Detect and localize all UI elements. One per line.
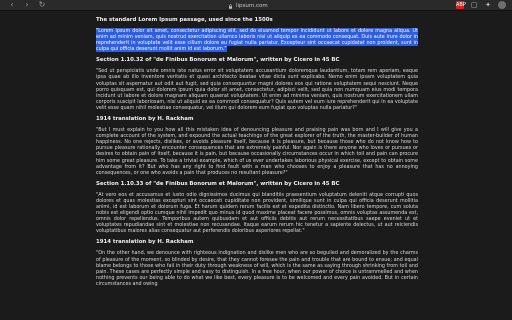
- profile-avatar[interactable]: [498, 1, 506, 9]
- extension-icon-2[interactable]: ▢: [470, 1, 478, 9]
- section-heading: 1914 translation by H. Rackham: [96, 239, 194, 246]
- nav-buttons: ‹ › ↻: [0, 1, 150, 9]
- section-paragraph: "Sed ut perspiciatis unde omnis iste nat…: [96, 68, 418, 111]
- section-heading: Section 1.10.32 of "de Finibus Bonorum e…: [96, 57, 340, 64]
- section-heading: Section 1.10.33 of "de Finibus Bonorum e…: [96, 180, 340, 187]
- section-paragraph: "At vero eos et accusamus et iusto odio …: [96, 191, 418, 235]
- page-content: The standard Lorem Ipsum passage, used s…: [96, 12, 418, 291]
- lorem-paragraph-selected[interactable]: "Lorem ipsum dolor sit amet, consectetur…: [96, 28, 418, 53]
- lock-icon: [229, 3, 232, 9]
- url-text: lipsum.com: [236, 3, 268, 9]
- section-paragraph: "But I must explain to you how all this …: [96, 127, 418, 176]
- section-paragraph: "On the other hand, we denounce with rig…: [96, 250, 418, 287]
- forward-arrow-icon[interactable]: ›: [23, 1, 31, 9]
- puzzle-extension-icon[interactable]: ✦: [484, 1, 492, 9]
- text-selection: "Lorem ipsum dolor sit amet, consectetur…: [96, 28, 418, 53]
- browser-toolbar: ‹ › ↻ lipsum.com ABP ▢ ✦: [0, 0, 512, 11]
- address-bar[interactable]: lipsum.com: [228, 2, 268, 10]
- back-arrow-icon[interactable]: ‹: [8, 1, 16, 9]
- adblock-extension-icon[interactable]: ABP: [456, 1, 466, 9]
- section-heading: The standard Lorem Ipsum passage, used s…: [96, 17, 273, 23]
- extensions-area: ABP ▢ ✦: [456, 1, 506, 9]
- reload-icon[interactable]: ↻: [38, 1, 46, 9]
- section-heading: 1914 translation by H. Rackham: [96, 116, 194, 123]
